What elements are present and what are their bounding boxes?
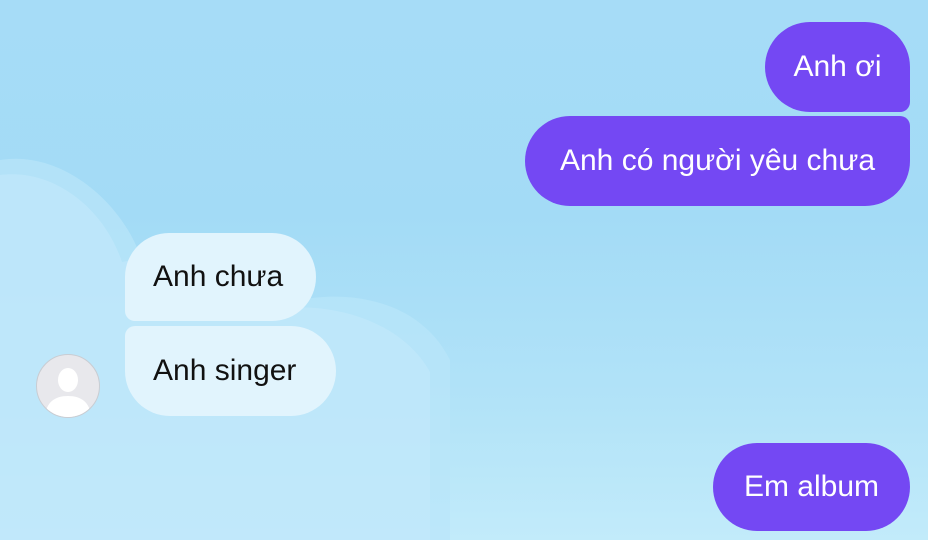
message-text: Anh singer <box>153 354 297 387</box>
message-bubble-received[interactable]: Anh chưa <box>125 233 316 321</box>
message-text: Anh có người yêu chưa <box>559 144 875 177</box>
message-text: Anh ơi <box>793 50 882 83</box>
contact-avatar[interactable] <box>36 354 100 418</box>
message-text: Anh chưa <box>153 260 284 293</box>
default-user-avatar-icon <box>45 368 91 417</box>
message-bubble-sent[interactable]: Em album <box>713 443 910 531</box>
message-bubble-sent[interactable]: Anh ơi <box>765 22 910 112</box>
message-bubble-received[interactable]: Anh singer <box>125 326 336 416</box>
message-bubble-sent[interactable]: Anh có người yêu chưa <box>525 116 910 206</box>
message-text: Em album <box>743 470 880 503</box>
